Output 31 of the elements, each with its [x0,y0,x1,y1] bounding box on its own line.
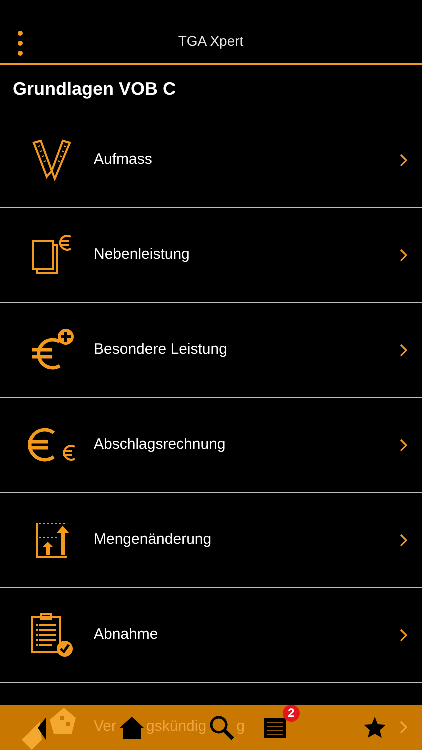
list-item[interactable]: Aufmass [0,113,422,208]
list-item[interactable]: Besondere Leistung [0,303,422,398]
notification-badge: 2 [283,704,300,722]
chevron-icon [400,344,408,356]
window-title: TGA Xpert [178,32,244,51]
chevron-icon [400,154,408,166]
item-label: gskündig [146,717,207,738]
list-item[interactable]: Abnahme [0,588,422,683]
chevron-icon [400,438,408,452]
item-label: Abnahme [94,624,160,645]
item-label: Mengenänderung [94,530,213,550]
clipboard-check-icon [30,612,74,658]
list-item[interactable]: Mengenänderung [0,493,422,588]
menu-button[interactable] [16,29,25,58]
item-label: Abschlagsrechnung [94,434,227,455]
chevron-icon [400,534,408,546]
app-logo-button[interactable] [20,706,76,750]
section-title: Grundlagen VOB C [13,78,176,101]
euro-coins-icon [26,427,78,463]
chevron-icon [400,721,408,734]
list-item[interactable]: Abschlagsrechnung [0,398,422,493]
item-label: Nebenleistung [94,244,191,265]
item-label: Aufmass [94,150,154,170]
chevron-icon [400,248,408,262]
item-label: g [236,717,245,738]
item-label: Ver [94,717,117,738]
list-item[interactable]: Nebenleistung [0,208,422,303]
ruler-icon [32,139,72,181]
bar-chart-icon [35,521,69,559]
chevron-icon [400,628,408,642]
item-label: Besondere Leistung [94,340,228,360]
